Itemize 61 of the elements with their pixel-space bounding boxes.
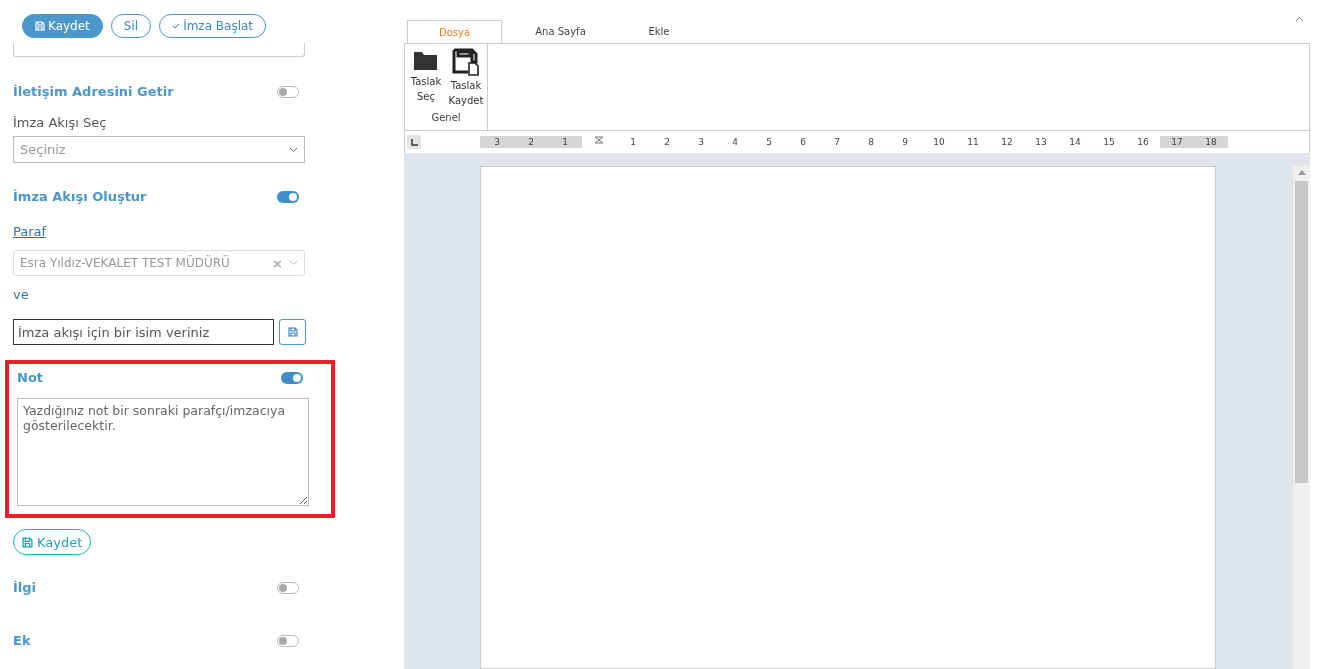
toggle-switch[interactable]	[277, 581, 299, 594]
group-label: Genel	[431, 112, 461, 123]
scrollbar[interactable]	[1293, 166, 1310, 669]
ruler-number: 4	[731, 136, 739, 148]
ruler-number: 5	[765, 136, 773, 148]
section-title: İlgi	[13, 580, 37, 595]
ruler-number: 13	[1034, 136, 1048, 148]
ribbon-button[interactable]: Taslak Seç	[407, 48, 445, 108]
chevron-down-icon	[289, 146, 298, 153]
chevron-down-icon	[289, 260, 298, 266]
ruler-number: 15	[1102, 136, 1116, 148]
ruler-number: 7	[833, 136, 841, 148]
ruler-number: 3	[697, 136, 705, 148]
section-title: İmza Akışı Oluştur	[13, 189, 147, 204]
start-signature-button[interactable]: İmza Başlat	[159, 14, 267, 38]
save-button[interactable]: Kaydet	[22, 14, 103, 38]
tab-stop-icon[interactable]	[407, 135, 421, 149]
note-textarea[interactable]: Yazdığınız not bir sonraki parafçı/imzacıya gösterilecektir.	[17, 398, 309, 506]
section-title: İletişim Adresini Getir	[13, 84, 174, 99]
save-icon	[287, 327, 298, 337]
section-title: Not	[17, 370, 44, 385]
ruler-number: 10	[932, 136, 946, 148]
toggle-switch[interactable]	[277, 85, 299, 98]
ruler-number: 2	[514, 136, 548, 148]
ruler-number: 6	[799, 136, 807, 148]
input-field[interactable]: İmza akışı için bir isim veriniz	[13, 319, 274, 345]
delete-button[interactable]: Sil	[110, 14, 152, 38]
ribbon-tab[interactable]: Ana Sayfa	[502, 20, 619, 43]
ruler-number: 1	[548, 136, 582, 148]
save-button[interactable]: Kaydet	[13, 529, 92, 555]
ruler-number: 9	[901, 136, 909, 148]
save-button[interactable]	[279, 319, 306, 345]
scroll-up-icon[interactable]	[1297, 170, 1306, 175]
ruler-number: 17	[1160, 136, 1194, 148]
ruler-number: 11	[966, 136, 980, 148]
section-title: Ek	[13, 633, 31, 648]
ruler-number: 12	[1000, 136, 1014, 148]
ruler-number: 8	[867, 136, 875, 148]
ruler-number: 16	[1136, 136, 1150, 148]
save-icon	[22, 536, 33, 548]
ribbon-tab[interactable]: Ekle	[619, 20, 699, 43]
and-link[interactable]: ve	[13, 287, 29, 302]
field-label: İmza Akışı Seç	[13, 115, 108, 130]
save-document-icon	[452, 48, 480, 76]
check-icon	[172, 22, 181, 30]
clear-icon[interactable]: ×	[272, 255, 283, 271]
ruler-number: 18	[1194, 136, 1228, 148]
select-field[interactable]: Esra Yıldız-VEKALET TEST MÜDÜRÜ ×	[13, 250, 305, 276]
ruler-number: 2	[663, 136, 671, 148]
ruler-number: 1	[629, 136, 637, 148]
toggle-switch[interactable]	[277, 190, 299, 203]
save-icon	[35, 21, 45, 31]
paraf-link[interactable]: Paraf	[13, 224, 47, 239]
collapse-icon[interactable]	[1295, 16, 1304, 22]
ribbon-button[interactable]: Taslak Kaydet	[447, 48, 485, 108]
ruler-number: 3	[480, 136, 514, 148]
select-field[interactable]: Seçiniz	[13, 136, 305, 163]
ribbon-tab[interactable]: Dosya	[407, 20, 502, 43]
toggle-switch[interactable]	[277, 634, 299, 647]
ruler-number: 14	[1068, 136, 1082, 148]
toggle-switch[interactable]	[281, 371, 303, 384]
